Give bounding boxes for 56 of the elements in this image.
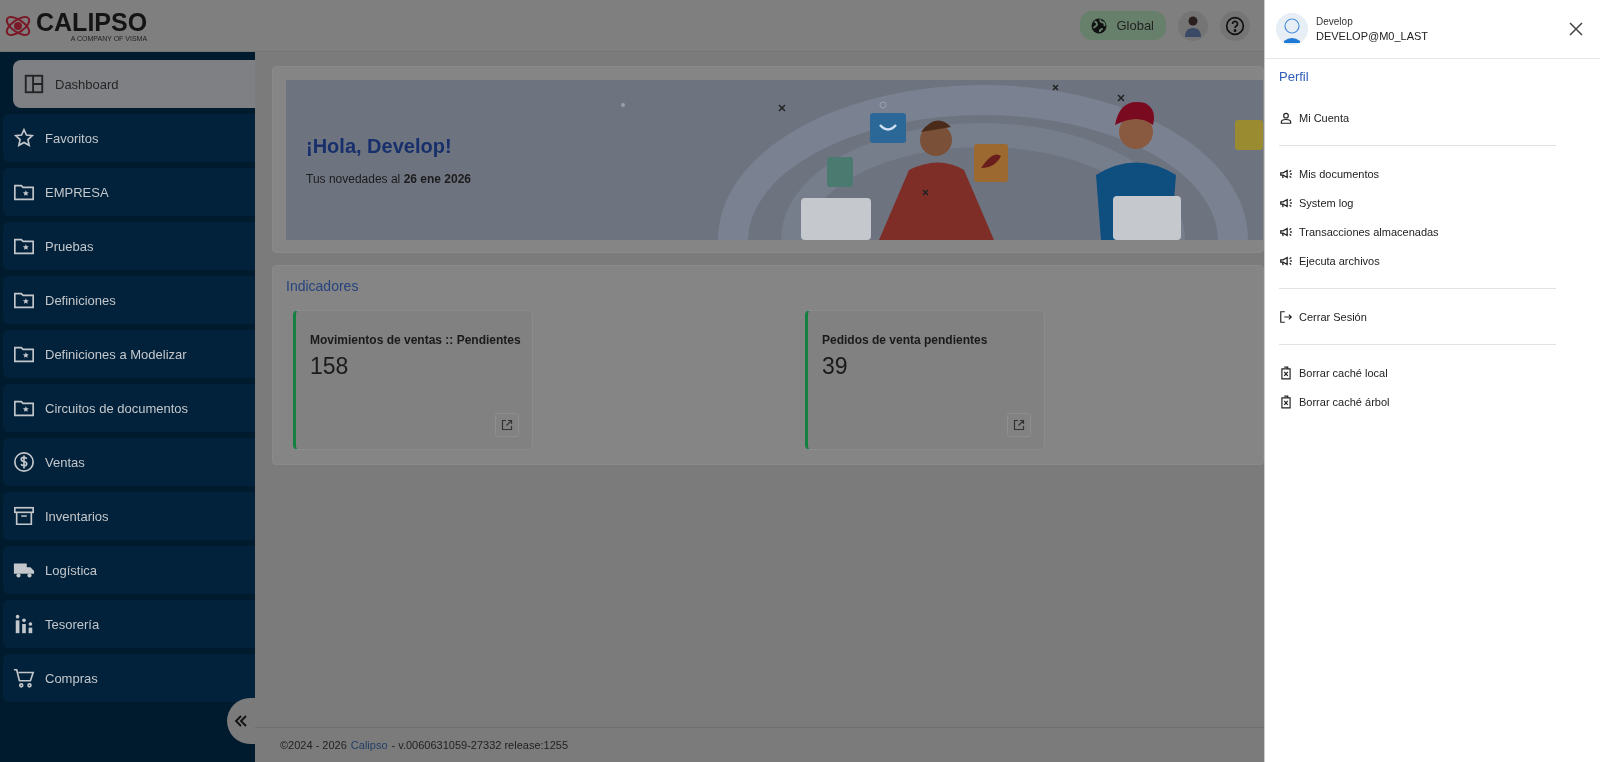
sidebar-item[interactable]: Compras <box>3 654 255 702</box>
sidebar-item[interactable]: Definiciones a Modelizar <box>3 330 255 378</box>
archive-box-icon <box>13 505 35 527</box>
sidebar-item[interactable]: Ventas <box>3 438 255 486</box>
sidebar-item[interactable]: Logística <box>3 546 255 594</box>
external-link-icon <box>501 419 513 431</box>
help-icon <box>1225 15 1245 36</box>
avatar-button[interactable] <box>1178 10 1208 41</box>
updates-date-text: Tus novedades al 26 ene 2026 <box>306 171 472 186</box>
logo-wordmark: CALIPSO <box>36 8 148 35</box>
menu-item[interactable]: Ejecuta archivos <box>1279 246 1556 275</box>
globe-icon <box>1090 16 1109 35</box>
collapse-button[interactable] <box>227 698 255 744</box>
version-text: - v.0060631059-27332 release:1255 <box>391 739 569 751</box>
sidebar-item[interactable]: Favoritos <box>3 114 255 162</box>
tile-title: Pedidos de venta pendientes <box>822 333 989 347</box>
bar-chart-icon <box>13 613 35 635</box>
open-button[interactable] <box>495 413 519 437</box>
menu-item[interactable]: Mi Cuenta <box>1279 103 1556 132</box>
layout-icon <box>23 73 45 95</box>
section-title: Indicadores <box>286 278 360 294</box>
open-button[interactable] <box>1007 413 1031 437</box>
person-avatar-icon <box>1183 14 1203 37</box>
menu-item[interactable]: Cerrar Sesión <box>1279 302 1556 331</box>
user-login: DEVELOP@M0_LAST <box>1316 30 1429 42</box>
sidebar-item[interactable]: Inventarios <box>3 492 255 540</box>
tile-title: Movimientos de ventas :: Pendientes <box>310 333 522 347</box>
dollar-icon <box>13 451 35 473</box>
tile-value: 158 <box>310 353 350 380</box>
star-icon <box>13 127 35 149</box>
sidebar-item[interactable]: Tesorería <box>3 600 255 648</box>
cart-icon <box>13 667 35 689</box>
logout-icon <box>1279 309 1293 324</box>
clipboard-x-icon <box>1279 365 1293 380</box>
sidebar-item[interactable]: EMPRESA <box>3 168 255 216</box>
region-button[interactable]: Global <box>1080 11 1166 40</box>
tile-value: 39 <box>822 353 849 380</box>
person-icon <box>1279 110 1293 125</box>
external-link-icon <box>1013 419 1025 431</box>
sidebar-item[interactable]: Pruebas <box>3 222 255 270</box>
sidebar-item[interactable]: Circuitos de documentos <box>3 384 255 432</box>
help-button[interactable] <box>1220 10 1250 41</box>
double-chevron-icon <box>234 714 248 728</box>
menu-item[interactable]: Transacciones almacenadas <box>1279 217 1556 246</box>
menu-item[interactable]: System log <box>1279 188 1556 217</box>
copyright-text: ©2024 - 2026 <box>280 739 347 751</box>
user-name: Develop <box>1316 16 1354 27</box>
greeting-heading: ¡Hola, Develop! <box>306 134 453 158</box>
clipboard-x-icon <box>1279 394 1293 409</box>
close-icon <box>1569 22 1583 36</box>
sidebar-item[interactable]: Dashboard <box>13 60 255 108</box>
menu-item[interactable]: Borrar caché local <box>1279 358 1556 387</box>
menu-item[interactable]: Mis documentos <box>1279 159 1556 188</box>
menu-item[interactable]: Borrar caché árbol <box>1279 387 1556 416</box>
sidebar-item[interactable]: Definiciones <box>3 276 255 324</box>
section-heading: Perfil <box>1279 69 1310 84</box>
